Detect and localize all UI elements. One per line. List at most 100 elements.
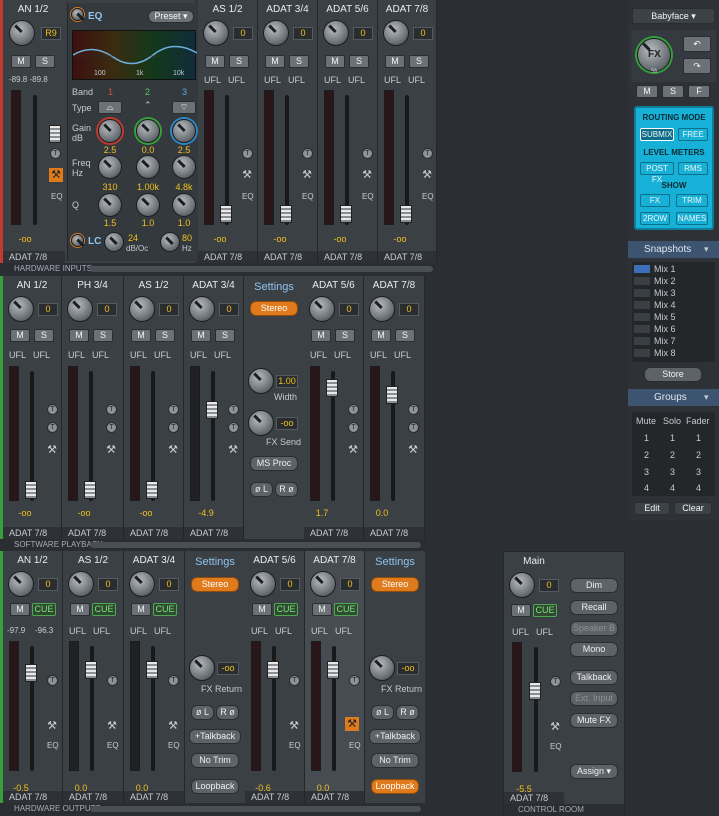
mute-button[interactable]: M xyxy=(131,603,151,616)
recall-button[interactable]: Recall xyxy=(570,600,618,615)
submix-button[interactable]: SUBMIX xyxy=(640,128,674,141)
gain-value[interactable]: 0 xyxy=(399,303,419,316)
fader-value[interactable]: 1.7 xyxy=(310,508,334,518)
stereo-button[interactable]: Stereo xyxy=(191,577,239,592)
talkback-button[interactable]: +Talkback xyxy=(189,729,241,744)
speaker-b-button[interactable]: Speaker B xyxy=(570,621,618,636)
eq-button[interactable]: EQ xyxy=(422,192,434,201)
group-fader-3[interactable]: 3 xyxy=(696,467,701,477)
gain-value[interactable]: 0 xyxy=(280,578,300,591)
gain-value[interactable]: 0 xyxy=(353,27,373,40)
group-fader-2[interactable]: 2 xyxy=(696,450,701,460)
eq-button[interactable]: EQ xyxy=(47,741,59,750)
trim-button[interactable]: T xyxy=(302,148,313,159)
gain-value[interactable]: 0 xyxy=(159,578,179,591)
groups-header[interactable]: Groups ▾ xyxy=(628,389,719,406)
volume-fader[interactable] xyxy=(326,379,338,397)
trim-button[interactable]: T xyxy=(422,148,433,159)
lowcut-enable-toggle[interactable] xyxy=(71,234,84,247)
solo-button[interactable]: S xyxy=(93,329,113,342)
wrench-icon[interactable]: ⚒ xyxy=(406,443,420,457)
wrench-icon[interactable]: ⚒ xyxy=(104,443,118,457)
dim-button[interactable]: Dim xyxy=(570,578,618,593)
volume-fader[interactable] xyxy=(84,481,96,499)
eq-enable-toggle[interactable] xyxy=(71,8,84,21)
free-button[interactable]: FREE xyxy=(678,128,708,141)
band3-gain-knob[interactable] xyxy=(172,119,196,143)
snapshot-item[interactable]: Mix 4 xyxy=(634,300,714,311)
gain-knob[interactable] xyxy=(263,20,289,46)
band1-type-button[interactable]: ⌓ xyxy=(98,101,122,114)
volume-fader[interactable] xyxy=(49,125,61,143)
eq-button[interactable]: EQ xyxy=(51,192,63,201)
mute-button[interactable]: M xyxy=(311,329,331,342)
output-selector[interactable]: ADAT 7/8 xyxy=(3,527,61,539)
group-solo-1[interactable]: 1 xyxy=(670,433,675,443)
solo-button[interactable]: S xyxy=(409,55,429,68)
cue-button[interactable]: CUE xyxy=(334,603,358,616)
wrench-icon[interactable]: ⚒ xyxy=(240,168,254,182)
wrench-icon[interactable]: ⚒ xyxy=(345,717,359,731)
mute-button[interactable]: M xyxy=(131,329,151,342)
trim-button[interactable]: T xyxy=(107,675,118,686)
global-solo-button[interactable]: S xyxy=(662,85,684,98)
volume-fader[interactable] xyxy=(327,661,339,679)
eq-button[interactable]: EQ xyxy=(168,741,180,750)
gain-value[interactable]: 0 xyxy=(339,303,359,316)
fader-value[interactable]: -oo xyxy=(134,508,158,518)
wrench-icon[interactable]: ⚒ xyxy=(166,443,180,457)
gain-knob[interactable] xyxy=(310,571,336,597)
loopback-button[interactable]: Loopback xyxy=(191,779,239,794)
output-selector[interactable]: ADAT 7/8 xyxy=(184,527,243,539)
rms-button[interactable]: RMS xyxy=(678,162,708,175)
snapshot-item[interactable]: Mix 6 xyxy=(634,324,714,335)
solo-button[interactable]: S xyxy=(155,329,175,342)
width-value[interactable]: 1.00 xyxy=(276,375,298,388)
gain-knob[interactable] xyxy=(383,20,409,46)
mute-button[interactable]: M xyxy=(371,329,391,342)
trim-button[interactable]: T xyxy=(289,675,300,686)
gain-knob[interactable] xyxy=(509,572,535,598)
gain-value[interactable]: 0 xyxy=(97,303,117,316)
gain-value[interactable]: 0 xyxy=(38,303,58,316)
output-selector[interactable]: ADAT 7/8 xyxy=(504,792,564,804)
volume-fader[interactable] xyxy=(340,205,352,223)
group-mute-1[interactable]: 1 xyxy=(644,433,649,443)
gain-value[interactable]: 0 xyxy=(539,579,559,592)
solo-button[interactable]: S xyxy=(229,55,249,68)
fader-value[interactable]: -4.9 xyxy=(194,508,218,518)
fader-value[interactable]: 0.0 xyxy=(370,508,394,518)
show-trim-button[interactable]: TRIM xyxy=(676,194,708,207)
global-fader-button[interactable]: F xyxy=(688,85,710,98)
no-trim-button[interactable]: No Trim xyxy=(371,753,419,768)
gain-knob[interactable] xyxy=(250,571,276,597)
scrollbar[interactable] xyxy=(90,266,433,272)
mute-button[interactable]: M xyxy=(69,329,89,342)
volume-fader[interactable] xyxy=(146,481,158,499)
redo-button[interactable]: ↷ xyxy=(683,58,711,74)
trim-button[interactable]: T xyxy=(47,404,58,415)
eq-button[interactable]: EQ xyxy=(289,741,301,750)
store-button[interactable]: Store xyxy=(644,367,702,382)
gain-knob[interactable] xyxy=(9,20,35,46)
trim-button[interactable]: T xyxy=(550,676,561,687)
band3-freq-knob[interactable] xyxy=(172,155,196,179)
gain-knob[interactable] xyxy=(68,571,94,597)
trim-button[interactable]: T xyxy=(228,404,239,415)
snapshot-item[interactable]: Mix 7 xyxy=(634,336,714,347)
mono-button[interactable]: Mono xyxy=(570,642,618,657)
output-selector[interactable]: ADAT 7/8 xyxy=(258,251,317,263)
wrench-icon[interactable]: ⚒ xyxy=(420,168,434,182)
mute-button[interactable]: M xyxy=(252,603,272,616)
post-fx-button[interactable]: POST FX xyxy=(640,162,674,184)
gain-knob[interactable] xyxy=(309,296,335,322)
gain-knob[interactable] xyxy=(129,296,155,322)
ms-proc-button[interactable]: MS Proc xyxy=(250,456,298,471)
group-mute-3[interactable]: 3 xyxy=(644,467,649,477)
clear-button[interactable]: Clear xyxy=(674,502,712,515)
volume-fader[interactable] xyxy=(25,664,37,682)
wrench-icon[interactable]: ⚒ xyxy=(45,719,59,733)
phase-right-button[interactable]: R ø xyxy=(396,705,419,720)
phase-left-button[interactable]: ø L xyxy=(371,705,394,720)
phase-right-button[interactable]: R ø xyxy=(216,705,239,720)
